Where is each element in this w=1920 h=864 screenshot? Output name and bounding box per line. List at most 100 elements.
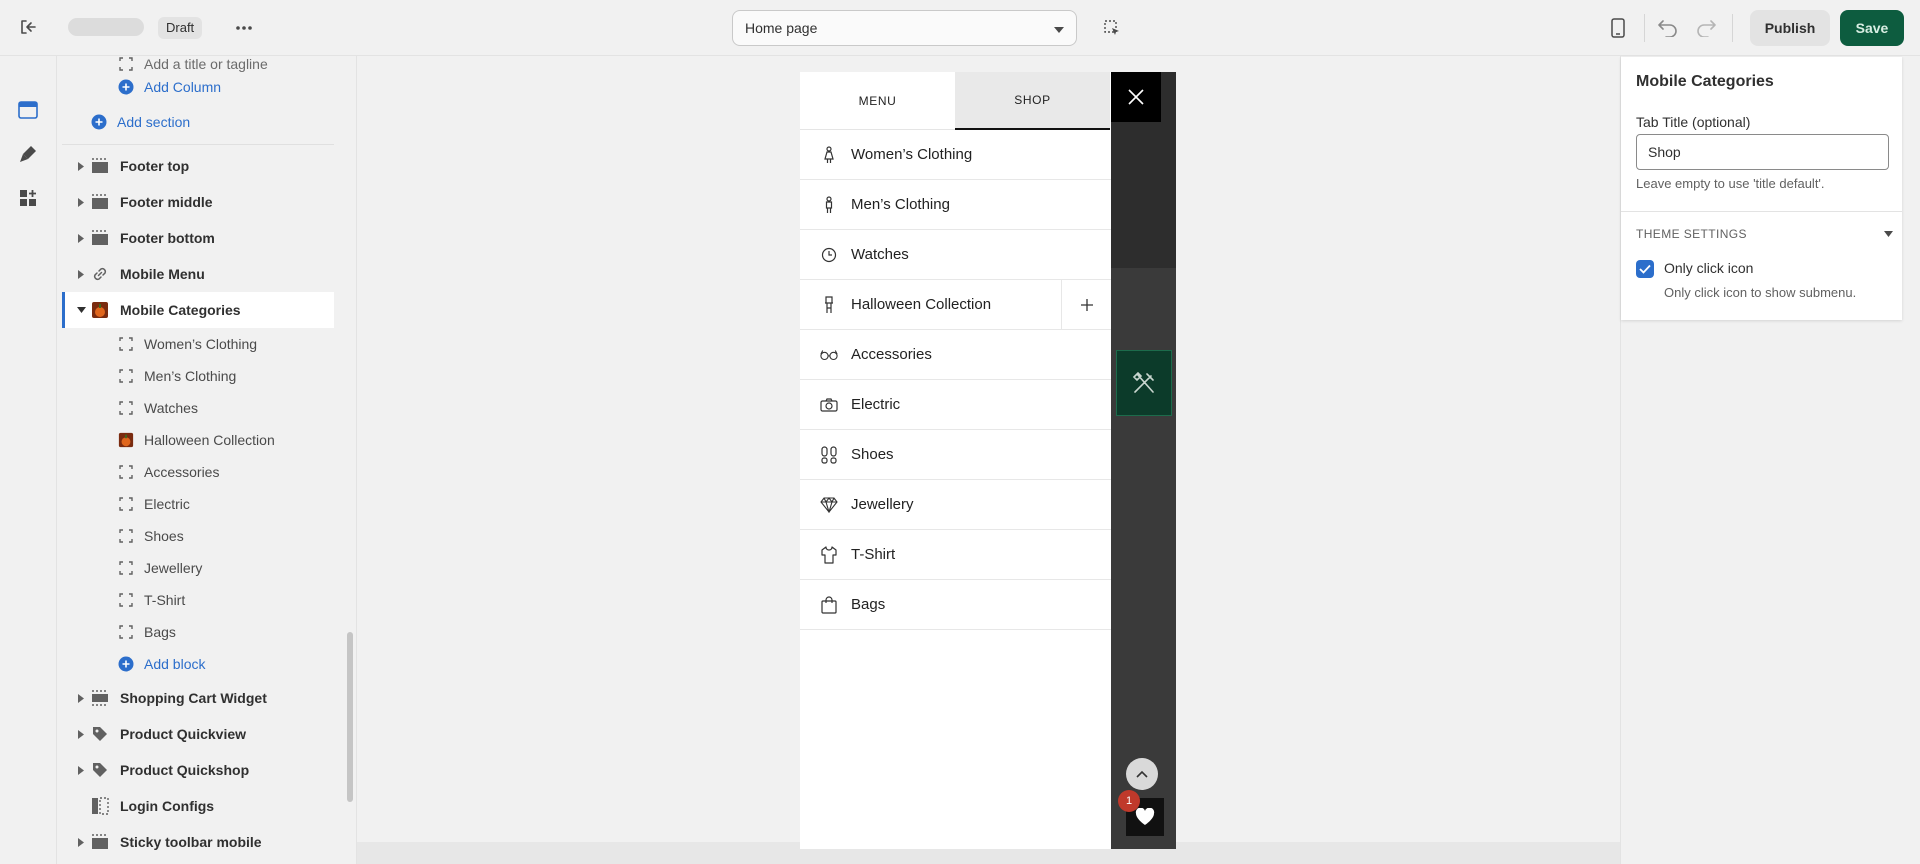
only-click-icon-label[interactable]: Only click icon [1664, 260, 1753, 276]
caret-right-icon[interactable] [72, 765, 90, 775]
block-icon [117, 623, 135, 641]
apps-icon[interactable] [16, 186, 40, 210]
block-mens-clothing[interactable]: Men’s Clothing [117, 360, 337, 392]
settings-title: Mobile Categories [1636, 73, 1774, 90]
caret-right-icon[interactable] [72, 233, 90, 243]
block-tshirt[interactable]: T-Shirt [117, 584, 337, 616]
toolbar-divider [1644, 14, 1645, 42]
divider [62, 144, 334, 145]
section-sticky-toolbar-mobile[interactable]: Sticky toolbar mobile [62, 824, 334, 860]
category-item[interactable]: Accessories [800, 330, 1111, 380]
section-login-configs[interactable]: Login Configs [62, 788, 334, 824]
chevron-up-icon [1136, 770, 1148, 778]
block-shoes[interactable]: Shoes [117, 520, 337, 552]
theme-settings-heading[interactable]: THEME SETTINGS [1636, 227, 1747, 241]
section-icon [90, 192, 110, 212]
add-column-link[interactable]: Add Column [117, 71, 337, 103]
block-icon [117, 527, 135, 545]
caret-right-icon[interactable] [72, 161, 90, 171]
caret-right-icon[interactable] [72, 197, 90, 207]
toolbar-divider [1732, 14, 1733, 42]
caret-right-icon[interactable] [72, 729, 90, 739]
more-actions-icon[interactable] [232, 16, 256, 40]
caret-down-icon[interactable] [1881, 227, 1895, 241]
mobile-device-icon[interactable] [1606, 16, 1630, 40]
section-footer-middle[interactable]: Footer middle [62, 184, 334, 220]
section-shopping-cart-widget[interactable]: Shopping Cart Widget [62, 680, 334, 716]
category-item[interactable]: T-Shirt [800, 530, 1111, 580]
mobile-drawer: MENU SHOP Women’s Clothing Men’s Clothin… [800, 72, 1111, 849]
page-select-value: Home page [745, 20, 818, 36]
section-mobile-categories[interactable]: Mobile Categories [62, 292, 334, 328]
tools-icon [1132, 371, 1154, 393]
category-item[interactable]: Electric [800, 380, 1111, 430]
section-icon [90, 832, 110, 852]
block-accessories[interactable]: Accessories [117, 456, 337, 488]
checkmark-icon [1639, 264, 1651, 274]
halloween-icon [117, 431, 135, 449]
tab-title-input[interactable] [1636, 134, 1889, 170]
undo-icon[interactable] [1656, 16, 1680, 40]
block-icon [117, 463, 135, 481]
category-item[interactable]: Halloween Collection [800, 280, 1111, 330]
publish-button[interactable]: Publish [1750, 10, 1830, 46]
theme-settings-icon[interactable] [16, 142, 40, 166]
caret-right-icon[interactable] [72, 693, 90, 703]
block-bags[interactable]: Bags [117, 616, 337, 648]
section-footer-bottom[interactable]: Footer bottom [62, 220, 334, 256]
page-select[interactable]: Home page [732, 10, 1077, 46]
glasses-icon [820, 346, 838, 364]
close-icon [1128, 89, 1144, 105]
block-halloween-collection[interactable]: Halloween Collection [117, 424, 337, 456]
section-product-quickshop[interactable]: Product Quickshop [62, 752, 334, 788]
category-item[interactable]: Jewellery [800, 480, 1111, 530]
block-icon [117, 367, 135, 385]
category-item[interactable]: Women’s Clothing [800, 130, 1111, 180]
close-drawer-button[interactable] [1111, 72, 1161, 122]
redo-icon[interactable] [1694, 16, 1718, 40]
block-icon [117, 335, 135, 353]
caret-right-icon[interactable] [72, 269, 90, 279]
block-icon [117, 495, 135, 513]
block-icon [117, 559, 135, 577]
section-mobile-menu[interactable]: Mobile Menu [62, 256, 334, 292]
wishlist-count-badge: 1 [1118, 790, 1140, 812]
divider [1621, 211, 1902, 212]
scroll-to-top-button[interactable] [1126, 758, 1158, 790]
diamond-icon [820, 496, 838, 514]
add-section-link[interactable]: Add section [90, 106, 310, 138]
exit-icon[interactable] [16, 15, 40, 39]
section-footer-top[interactable]: Footer top [62, 148, 334, 184]
plus-circle-icon [90, 113, 108, 131]
plus-circle-icon [117, 78, 135, 96]
sections-icon[interactable] [16, 98, 40, 122]
only-click-icon-checkbox[interactable] [1636, 260, 1654, 278]
block-electric[interactable]: Electric [117, 488, 337, 520]
expand-plus-icon[interactable] [1061, 280, 1111, 330]
category-item[interactable]: Men’s Clothing [800, 180, 1111, 230]
block-icon [117, 399, 135, 417]
tab-title-help: Leave empty to use 'title default'. [1636, 176, 1825, 191]
category-item[interactable]: Watches [800, 230, 1111, 280]
add-block-link[interactable]: Add block [117, 648, 337, 680]
sidebar-scrollbar[interactable] [347, 632, 353, 802]
caret-down-icon[interactable] [72, 307, 90, 313]
only-click-icon-help: Only click icon to show submenu. [1664, 285, 1857, 300]
block-womens-clothing[interactable]: Women’s Clothing [117, 328, 337, 360]
inspector-icon[interactable] [1100, 16, 1124, 40]
save-button[interactable]: Save [1840, 10, 1904, 46]
block-watches[interactable]: Watches [117, 392, 337, 424]
caret-right-icon[interactable] [72, 837, 90, 847]
section-product-quickview[interactable]: Product Quickview [62, 716, 334, 752]
top-bar: Draft Home page Publish Save [0, 0, 1920, 56]
category-item[interactable]: Shoes [800, 430, 1111, 480]
icon-rail [0, 56, 57, 864]
man-icon [820, 195, 838, 214]
block-jewellery[interactable]: Jewellery [117, 552, 337, 584]
tab-menu[interactable]: MENU [800, 72, 955, 130]
draft-badge: Draft [158, 17, 203, 39]
section-icon [90, 688, 110, 708]
block-icon [117, 591, 135, 609]
category-item[interactable]: Bags [800, 580, 1111, 630]
tab-shop[interactable]: SHOP [955, 72, 1110, 130]
